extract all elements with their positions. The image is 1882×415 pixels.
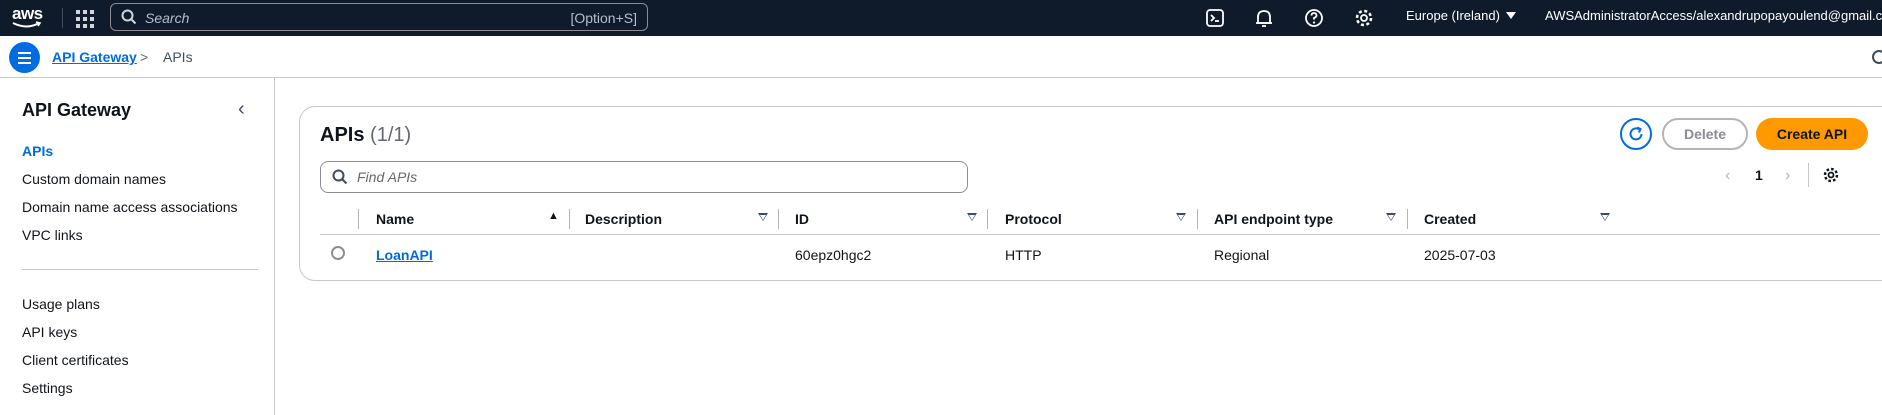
region-selector[interactable]: Europe (Ireland) bbox=[1406, 8, 1516, 23]
refresh-button[interactable] bbox=[1620, 118, 1652, 150]
sort-icon[interactable] bbox=[1600, 213, 1610, 221]
side-navigation: API Gateway ‹ APIs Custom domain names D… bbox=[0, 78, 275, 415]
settings-gear-icon[interactable] bbox=[1353, 7, 1375, 29]
sidebar-item-domain-name-access-associations[interactable]: Domain name access associations bbox=[22, 199, 238, 215]
nav-divider bbox=[62, 8, 63, 28]
find-apis-input[interactable]: Find APIs bbox=[320, 161, 968, 193]
search-icon bbox=[332, 169, 348, 185]
sort-icon[interactable] bbox=[1176, 213, 1186, 221]
column-divider bbox=[1407, 209, 1408, 229]
sort-ascending-icon[interactable]: ▲ bbox=[548, 210, 559, 222]
sidebar-item-vpc-links[interactable]: VPC links bbox=[22, 227, 83, 243]
collapse-chevron-left-icon[interactable]: ‹ bbox=[238, 99, 245, 119]
sort-icon[interactable] bbox=[758, 213, 768, 221]
cell-name-link[interactable]: LoanAPI bbox=[376, 247, 433, 263]
account-menu[interactable]: AWSAdministratorAccess/alexandrupopayoul… bbox=[1545, 8, 1882, 23]
cell-endpoint-type: Regional bbox=[1214, 247, 1270, 263]
create-api-button[interactable]: Create API bbox=[1756, 118, 1868, 150]
find-apis-placeholder: Find APIs bbox=[357, 169, 418, 185]
sidebar-item-usage-plans[interactable]: Usage plans bbox=[22, 296, 100, 312]
column-header-description[interactable]: Description bbox=[585, 211, 662, 227]
column-divider bbox=[358, 209, 359, 229]
column-header-created[interactable]: Created bbox=[1424, 211, 1476, 227]
search-shortcut-hint: [Option+S] bbox=[570, 10, 637, 26]
panel-title-text: APIs bbox=[320, 124, 365, 146]
help-icon[interactable] bbox=[1303, 7, 1325, 29]
global-search-input[interactable]: Search [Option+S] bbox=[110, 3, 648, 31]
aws-smile-icon bbox=[12, 21, 42, 28]
column-header-endpoint-type[interactable]: API endpoint type bbox=[1214, 211, 1333, 227]
pagination-divider bbox=[1808, 163, 1809, 187]
panel-title: APIs (1/1) bbox=[320, 124, 411, 147]
column-header-name[interactable]: Name bbox=[376, 211, 414, 227]
search-icon bbox=[121, 9, 137, 25]
apis-table-container: APIs (1/1) Delete Create API Find APIs ‹… bbox=[299, 106, 1882, 281]
sidebar-item-apis[interactable]: APIs bbox=[22, 143, 53, 159]
column-divider bbox=[778, 209, 779, 229]
delete-button[interactable]: Delete bbox=[1662, 118, 1748, 150]
pagination-previous-icon[interactable]: ‹ bbox=[1725, 167, 1730, 185]
refresh-icon bbox=[1629, 126, 1643, 141]
column-divider bbox=[987, 209, 988, 229]
table-preferences-gear-icon[interactable] bbox=[1822, 166, 1840, 184]
sidebar-item-settings[interactable]: Settings bbox=[22, 380, 73, 396]
sidebar-item-custom-domain-names[interactable]: Custom domain names bbox=[22, 171, 166, 187]
region-label: Europe (Ireland) bbox=[1406, 8, 1500, 23]
table-header: Name ▲ Description ID Protocol API endpo… bbox=[320, 203, 1880, 235]
notifications-bell-icon[interactable] bbox=[1253, 7, 1275, 29]
pagination-next-icon[interactable]: › bbox=[1785, 167, 1790, 185]
search-placeholder: Search bbox=[145, 10, 190, 26]
info-panel-icon[interactable] bbox=[1872, 50, 1882, 64]
cell-id: 60epz0hgc2 bbox=[795, 247, 872, 263]
panel-count: (1/1) bbox=[370, 124, 412, 146]
sidebar-item-api-keys[interactable]: API keys bbox=[22, 324, 77, 340]
cell-protocol: HTTP bbox=[1005, 247, 1042, 263]
table-row[interactable]: LoanAPI 60epz0hgc2 HTTP Regional 2025-07… bbox=[320, 236, 1880, 272]
top-navigation: aws Search [Option+S] Europe (Ireland) A… bbox=[0, 0, 1882, 36]
sidebar-item-client-certificates[interactable]: Client certificates bbox=[22, 352, 129, 368]
column-divider bbox=[1197, 209, 1198, 229]
row-select-radio[interactable] bbox=[331, 246, 345, 260]
breadcrumb-api-gateway[interactable]: API Gateway bbox=[52, 49, 137, 65]
column-divider bbox=[569, 209, 570, 229]
breadcrumb-apis: APIs bbox=[163, 49, 193, 65]
aws-logo[interactable]: aws bbox=[10, 3, 46, 31]
services-menu-icon[interactable] bbox=[74, 8, 94, 28]
main-content: APIs (1/1) Delete Create API Find APIs ‹… bbox=[276, 78, 1882, 415]
column-header-protocol[interactable]: Protocol bbox=[1005, 211, 1062, 227]
column-header-id[interactable]: ID bbox=[795, 211, 809, 227]
cloudshell-icon[interactable] bbox=[1204, 7, 1226, 29]
sort-icon[interactable] bbox=[967, 213, 977, 221]
caret-down-icon bbox=[1505, 12, 1516, 19]
breadcrumb-separator: > bbox=[140, 49, 149, 65]
cell-created: 2025-07-03 bbox=[1424, 247, 1496, 263]
sidebar-divider bbox=[22, 269, 258, 270]
sort-icon[interactable] bbox=[1386, 213, 1396, 221]
pagination-page-number[interactable]: 1 bbox=[1755, 167, 1763, 183]
breadcrumb-bar: API Gateway > APIs bbox=[0, 36, 1882, 78]
sidebar-title: API Gateway bbox=[22, 100, 132, 120]
side-navigation-toggle-button[interactable] bbox=[9, 42, 40, 73]
